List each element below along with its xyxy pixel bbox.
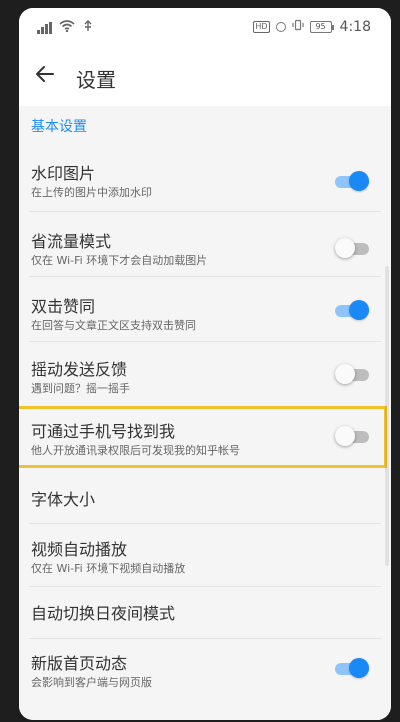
setting-subtitle: 在回答与文章正文区支持双击赞同 (31, 319, 196, 332)
setting-find-by-phone[interactable]: 可通过手机号找到我 他人开放通讯录权限后可发现我的知乎帐号 (19, 410, 391, 464)
setting-title: 字体大小 (31, 490, 96, 509)
setting-title: 可通过手机号找到我 (31, 422, 176, 441)
usb-icon (82, 20, 94, 36)
setting-new-home-feed[interactable]: 新版首页动态 会影响到客户端与网页版 (19, 644, 391, 700)
back-button[interactable] (31, 62, 59, 90)
setting-subtitle: 仅在 Wi-Fi 环境下才会自动加载图片 (31, 254, 208, 267)
setting-video-autoplay[interactable]: 视频自动播放 仅在 Wi-Fi 环境下视频自动播放 (19, 528, 391, 582)
data-saver-toggle[interactable] (335, 238, 369, 258)
new-home-feed-toggle[interactable] (335, 658, 369, 678)
signal-icon (37, 22, 52, 34)
setting-title: 视频自动播放 (31, 540, 128, 559)
setting-title: 水印图片 (31, 164, 96, 183)
settings-list: 基本设置 水印图片 在上传的图片中添加水印 省流量模式 仅在 Wi-Fi 环境下… (19, 106, 391, 720)
setting-shake-feedback[interactable]: 摇动发送反馈 遇到问题？摇一摇手 (19, 348, 391, 402)
phone-screen: HD 95 4:18 设置 基本设置 水印图片 在上传的图片中添加水印 省流量模… (19, 8, 391, 720)
divider (29, 341, 381, 342)
app-bar: 设置 (19, 48, 391, 106)
page-title: 设置 (76, 68, 116, 92)
scrollbar[interactable] (385, 266, 389, 566)
divider (29, 211, 381, 212)
setting-title: 省流量模式 (31, 232, 112, 251)
wifi-icon (59, 20, 75, 36)
setting-title: 新版首页动态 (31, 654, 128, 673)
shake-feedback-toggle[interactable] (335, 364, 369, 384)
double-tap-toggle[interactable] (335, 300, 369, 320)
divider (29, 586, 381, 587)
setting-watermark[interactable]: 水印图片 在上传的图片中添加水印 (19, 154, 391, 208)
setting-subtitle: 在上传的图片中添加水印 (31, 186, 152, 199)
divider (29, 638, 381, 639)
divider (29, 523, 381, 524)
setting-data-saver[interactable]: 省流量模式 仅在 Wi-Fi 环境下才会自动加载图片 (19, 218, 391, 272)
setting-subtitle: 他人开放通讯录权限后可发现我的知乎帐号 (31, 444, 240, 457)
status-left (37, 20, 94, 36)
status-right: HD 95 4:18 (253, 19, 371, 35)
status-time: 4:18 (339, 19, 371, 35)
hd-badge: HD (253, 21, 270, 33)
alarm-icon (275, 22, 286, 32)
battery-level: 95 (309, 21, 332, 33)
setting-double-tap[interactable]: 双击赞同 在回答与文章正文区支持双击赞同 (19, 283, 391, 337)
setting-font-size[interactable]: 字体大小 (19, 476, 391, 520)
setting-title: 双击赞同 (31, 297, 96, 316)
setting-subtitle: 会影响到客户端与网页版 (31, 676, 152, 689)
divider (29, 276, 381, 277)
setting-title: 自动切换日夜间模式 (31, 604, 176, 623)
vibrate-icon (291, 19, 304, 35)
find-by-phone-toggle[interactable] (335, 426, 369, 446)
watermark-toggle[interactable] (335, 171, 369, 191)
setting-title: 摇动发送反馈 (31, 360, 128, 379)
section-header: 基本设置 (31, 119, 87, 135)
setting-subtitle: 遇到问题？摇一摇手 (31, 382, 130, 395)
arrow-left-icon (35, 64, 55, 88)
setting-auto-night-mode[interactable]: 自动切换日夜间模式 (19, 592, 391, 636)
status-bar: HD 95 4:18 (19, 8, 391, 48)
setting-subtitle: 仅在 Wi-Fi 环境下视频自动播放 (31, 562, 186, 575)
battery-icon: 95 (309, 21, 334, 33)
